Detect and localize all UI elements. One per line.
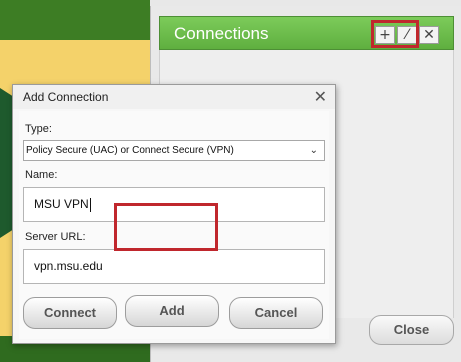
- type-label: Type:: [25, 123, 52, 135]
- name-label: Name:: [25, 169, 58, 181]
- connect-button[interactable]: Connect: [23, 297, 117, 329]
- dialog-titlebar: Add Connection ✕: [13, 85, 335, 109]
- type-select[interactable]: Policy Secure (UAC) or Connect Secure (V…: [23, 140, 325, 161]
- dialog-close-icon[interactable]: ✕: [314, 87, 327, 106]
- text-caret: [89, 197, 91, 212]
- x-icon: ✕: [423, 27, 435, 43]
- cancel-button[interactable]: Cancel: [229, 297, 323, 329]
- name-input-value: MSU VPN: [34, 197, 89, 211]
- dialog-title: Add Connection: [23, 90, 109, 104]
- add-button-highlight-box: [114, 203, 218, 251]
- chevron-down-icon: ⌄: [309, 145, 318, 156]
- delete-connection-button[interactable]: ✕: [419, 26, 439, 44]
- type-select-value: Policy Secure (UAC) or Connect Secure (V…: [26, 145, 234, 156]
- add-button-highlight: [371, 20, 419, 48]
- close-button[interactable]: Close: [369, 315, 454, 345]
- server-url-label: Server URL:: [25, 231, 86, 243]
- add-button[interactable]: Add: [125, 295, 219, 327]
- connections-title: Connections: [174, 24, 269, 43]
- server-url-value: vpn.msu.edu: [34, 259, 103, 273]
- connections-header: Connections + ⁄ ✕: [159, 16, 454, 50]
- background-green-area: [0, 0, 150, 40]
- server-url-input[interactable]: vpn.msu.edu: [23, 249, 325, 284]
